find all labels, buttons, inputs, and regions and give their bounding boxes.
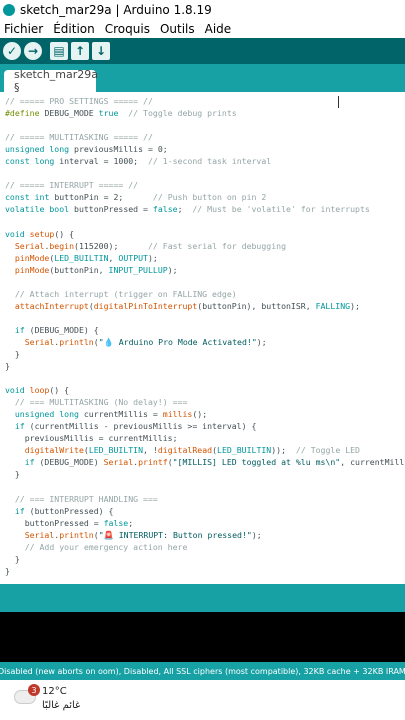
code-line[interactable]: const long interval = 1000; // 1-second … <box>5 155 405 167</box>
code-line[interactable]: Serial.println("🚨 INTERRUPT: Button pres… <box>5 529 405 541</box>
code-line[interactable]: if (DEBUG_MODE) { <box>5 324 405 336</box>
code-line[interactable]: volatile bool buttonPressed = false; // … <box>5 203 405 215</box>
code-line[interactable]: // ===== MULTITASKING ===== // <box>5 131 405 143</box>
code-line[interactable]: const int buttonPin = 2; // Push button … <box>5 191 405 203</box>
notification-badge: 3 <box>28 684 40 696</box>
code-line[interactable]: if (buttonPressed) { <box>5 505 405 517</box>
code-line[interactable] <box>5 372 405 384</box>
code-line[interactable]: Serial.begin(115200); // Fast serial for… <box>5 240 405 252</box>
code-line[interactable] <box>5 119 405 131</box>
board-status-text: Disabled (new aborts on oom), Disabled, … <box>0 666 405 676</box>
editor-status-bar <box>0 584 405 612</box>
open-button[interactable]: ↑ <box>71 42 89 60</box>
code-line[interactable] <box>5 215 405 227</box>
code-line[interactable]: // === INTERRUPT HANDLING === <box>5 493 405 505</box>
code-line[interactable]: } <box>5 565 405 577</box>
weather-description: غائم غالبًا <box>42 700 81 711</box>
code-line[interactable]: digitalWrite(LED_BUILTIN, !digitalRead(L… <box>5 444 405 456</box>
code-line[interactable] <box>5 312 405 324</box>
code-line[interactable]: // Add your emergency action here <box>5 541 405 553</box>
code-line[interactable]: } <box>5 348 405 360</box>
title-bar: sketch_mar29a | Arduino 1.8.19 <box>0 0 405 20</box>
code-line[interactable]: previousMillis = currentMillis; <box>5 432 405 444</box>
upload-button[interactable]: → <box>24 42 42 60</box>
code-line[interactable]: } <box>5 468 405 480</box>
code-line[interactable]: Serial.println("💧 Arduino Pro Mode Activ… <box>5 336 405 348</box>
code-line[interactable]: attachInterrupt(digitalPinToInterrupt(bu… <box>5 300 405 312</box>
code-line[interactable]: // Attach interrupt (trigger on FALLING … <box>5 288 405 300</box>
code-line[interactable]: unsigned long currentMillis = millis(); <box>5 408 405 420</box>
new-sketch-button[interactable]: ▤ <box>50 42 68 60</box>
verify-button[interactable]: ✓ <box>3 42 21 60</box>
menu-fichier[interactable]: Fichier <box>4 22 43 36</box>
code-line[interactable]: unsigned long previousMillis = 0; <box>5 143 405 155</box>
tab-sketch[interactable]: sketch_mar29a § <box>4 68 99 94</box>
code-line[interactable]: #define DEBUG_MODE true // Toggle debug … <box>5 107 405 119</box>
console-output <box>0 612 405 662</box>
weather-temperature[interactable]: 12°C <box>42 686 67 697</box>
arduino-app-icon <box>3 4 15 16</box>
tab-bar: sketch_mar29a § <box>0 64 405 94</box>
code-line[interactable]: void setup() { <box>5 228 405 240</box>
board-status-bar: Disabled (new aborts on oom), Disabled, … <box>0 662 405 680</box>
new-file-icon: ▤ <box>53 44 65 58</box>
code-line[interactable]: pinMode(buttonPin, INPUT_PULLUP); <box>5 264 405 276</box>
code-line[interactable]: pinMode(LED_BUILTIN, OUTPUT); <box>5 252 405 264</box>
code-line[interactable]: // ===== INTERRUPT ===== // <box>5 179 405 191</box>
tab-label: sketch_mar29a § <box>14 68 99 94</box>
code-editor[interactable]: // ===== PRO SETTINGS ===== //#define DE… <box>0 92 405 584</box>
menu-croquis[interactable]: Croquis <box>105 22 150 36</box>
arrow-up-icon: ↑ <box>74 44 86 58</box>
code-line[interactable] <box>5 481 405 493</box>
code-line[interactable]: } <box>5 360 405 372</box>
checkmark-icon: ✓ <box>6 44 18 58</box>
code-line[interactable] <box>5 276 405 288</box>
arrow-down-icon: ↓ <box>95 44 107 58</box>
code-line[interactable]: // ===== PRO SETTINGS ===== // <box>5 95 405 107</box>
menu-outils[interactable]: Outils <box>160 22 195 36</box>
save-button[interactable]: ↓ <box>92 42 110 60</box>
code-line[interactable] <box>5 167 405 179</box>
code-line[interactable]: if (currentMillis - previousMillis >= in… <box>5 420 405 432</box>
menu-edition[interactable]: Édition <box>53 22 95 36</box>
text-cursor-icon <box>338 96 339 108</box>
code-line[interactable]: buttonPressed = false; <box>5 517 405 529</box>
window-title: sketch_mar29a | Arduino 1.8.19 <box>20 3 212 17</box>
arrow-right-icon: → <box>27 44 39 58</box>
code-line[interactable]: // === MULTITASKING (No delay!) === <box>5 396 405 408</box>
code-line[interactable]: void loop() { <box>5 384 405 396</box>
menu-aide[interactable]: Aide <box>205 22 232 36</box>
toolbar: ✓ → ▤ ↑ ↓ <box>0 38 405 64</box>
menu-bar: Fichier Édition Croquis Outils Aide <box>0 20 405 38</box>
code-line[interactable]: if (DEBUG_MODE) Serial.printf("[MILLIS] … <box>5 456 405 468</box>
code-line[interactable]: } <box>5 553 405 565</box>
code-text[interactable]: // ===== PRO SETTINGS ===== //#define DE… <box>5 95 405 577</box>
